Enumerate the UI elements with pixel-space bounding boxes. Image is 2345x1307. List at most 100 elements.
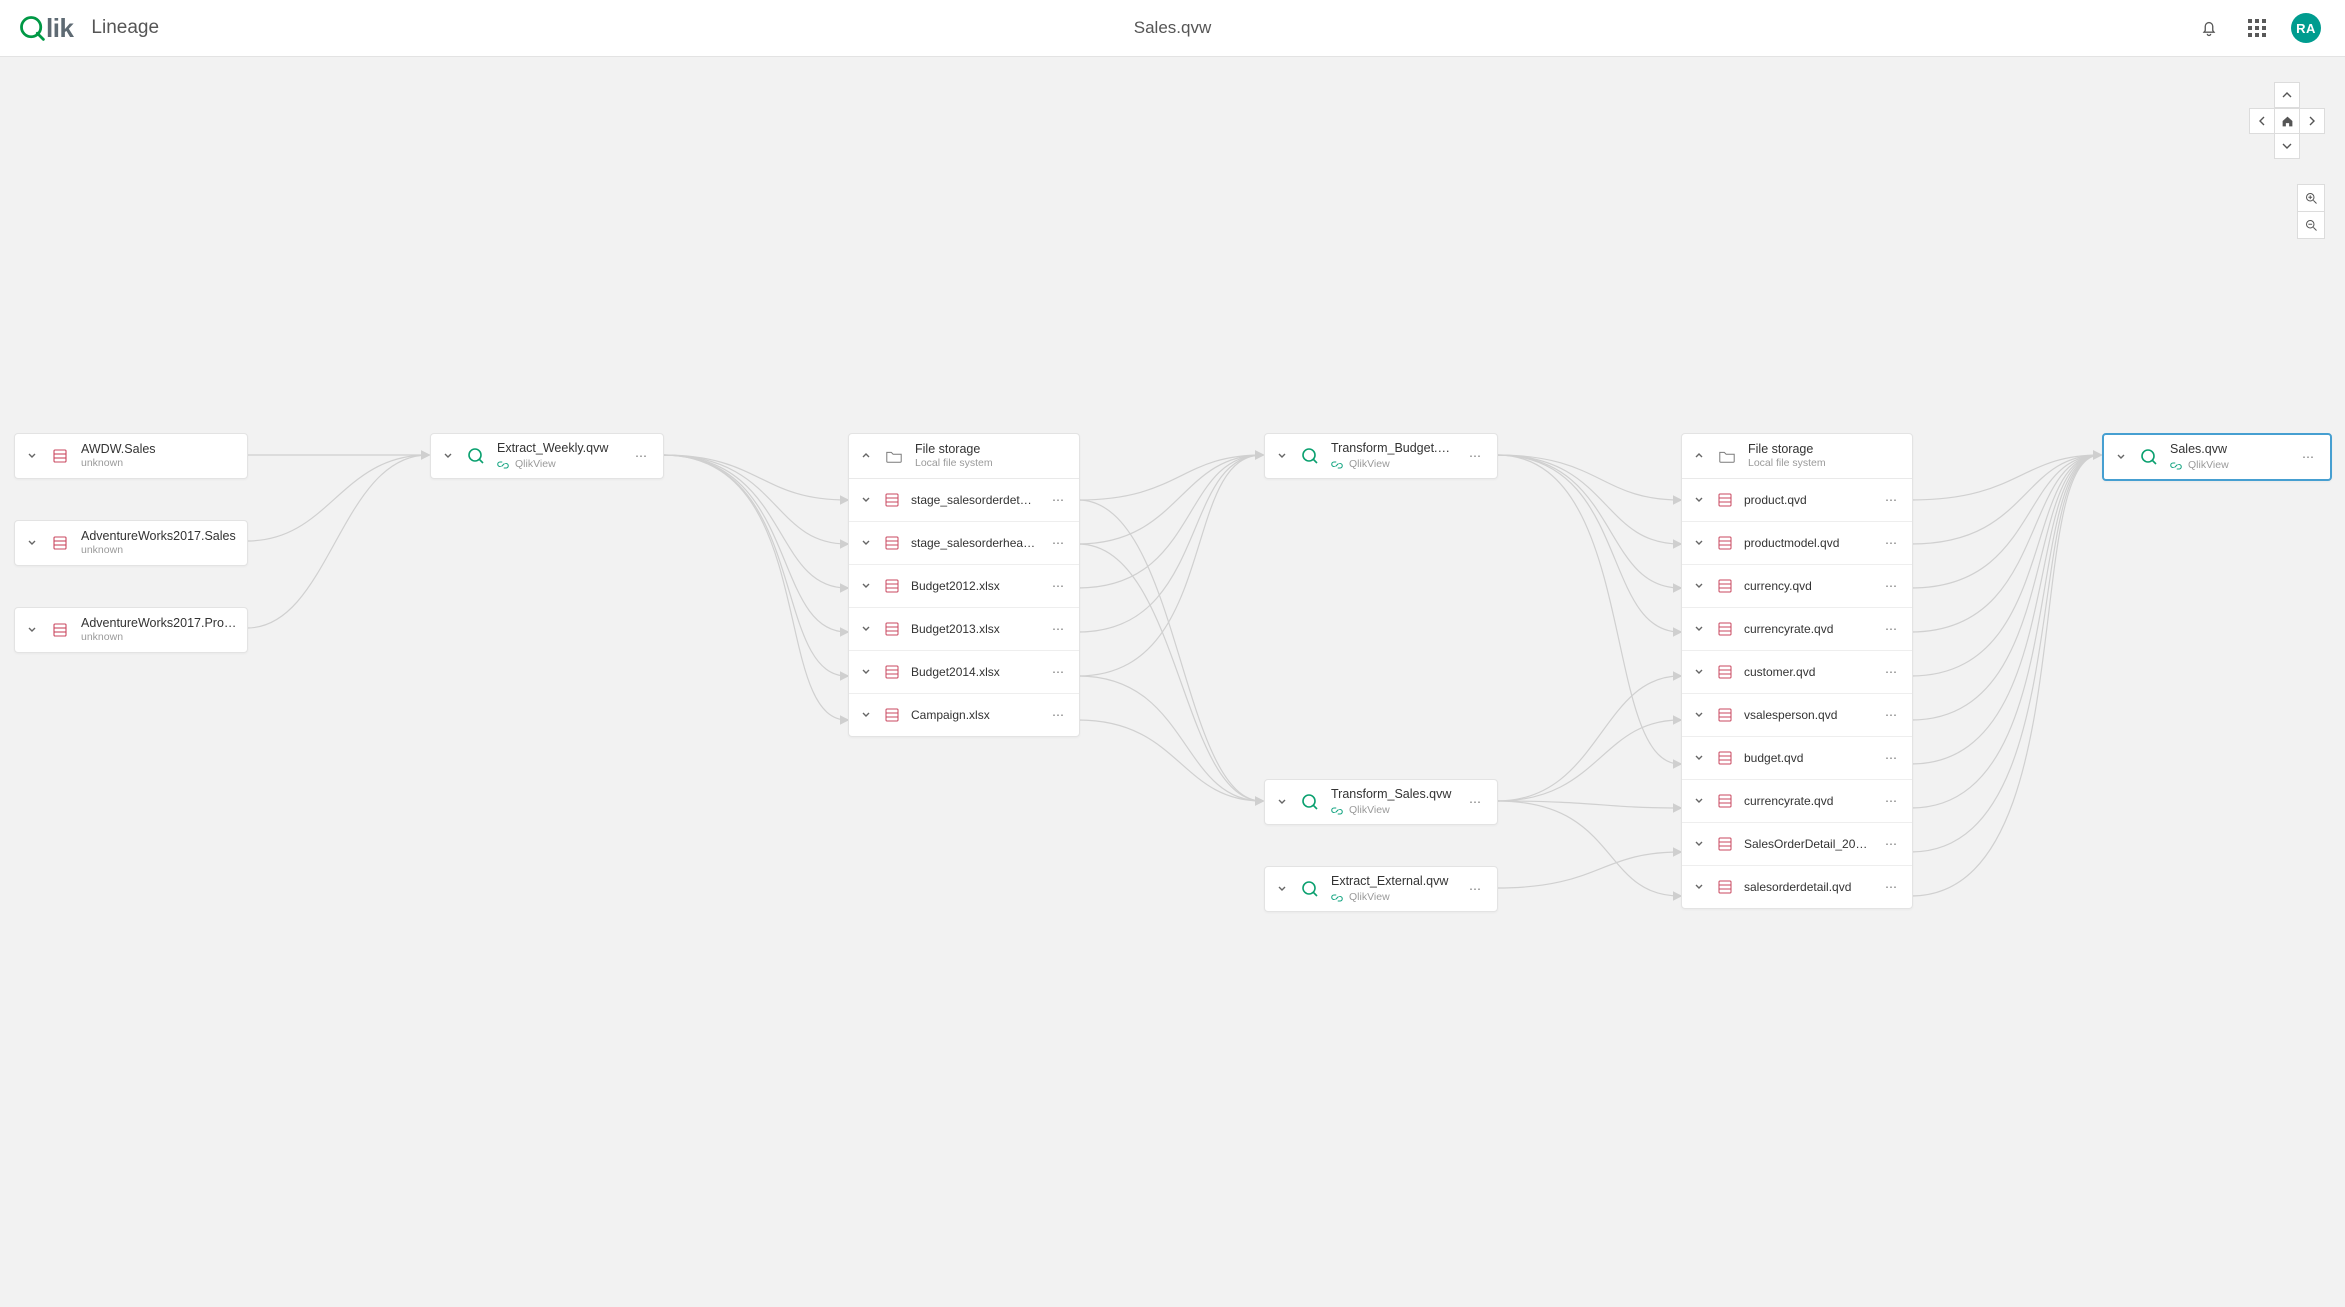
datafile-icon — [883, 577, 901, 595]
expand-icon[interactable] — [1275, 795, 1289, 809]
node-subtitle: Local file system — [1748, 457, 1902, 470]
nav-up-button[interactable] — [2274, 82, 2300, 108]
collapse-icon[interactable] — [859, 449, 873, 463]
more-icon[interactable]: ⋯ — [1880, 489, 1902, 511]
expand-icon[interactable] — [1692, 880, 1706, 894]
transform-budget-node[interactable]: Transform_Budget.qvw QlikView ⋯ — [1264, 433, 1498, 479]
file-row[interactable]: productmodel.qvd ⋯ — [1682, 522, 1912, 565]
file-label: stage_salesorderhead... — [911, 536, 1037, 550]
file-label: currencyrate.qvd — [1744, 622, 1870, 636]
zoom-in-button[interactable] — [2297, 184, 2325, 212]
more-icon[interactable]: ⋯ — [1463, 877, 1487, 901]
expand-icon[interactable] — [25, 449, 39, 463]
more-icon[interactable]: ⋯ — [1880, 618, 1902, 640]
more-icon[interactable]: ⋯ — [1047, 575, 1069, 597]
expand-icon[interactable] — [441, 449, 455, 463]
expand-icon[interactable] — [1692, 837, 1706, 851]
more-icon[interactable]: ⋯ — [1880, 575, 1902, 597]
file-label: customer.qvd — [1744, 665, 1870, 679]
folder-icon — [883, 445, 905, 467]
file-row[interactable]: Budget2014.xlsx ⋯ — [849, 651, 1079, 694]
expand-icon[interactable] — [859, 579, 873, 593]
node-title: Transform_Budget.qvw — [1331, 441, 1453, 456]
file-row[interactable]: salesorderdetail.qvd ⋯ — [1682, 866, 1912, 908]
more-icon[interactable]: ⋯ — [1880, 876, 1902, 898]
file-row[interactable]: customer.qvd ⋯ — [1682, 651, 1912, 694]
expand-icon[interactable] — [859, 622, 873, 636]
expand-icon[interactable] — [1692, 536, 1706, 550]
file-row[interactable]: stage_salesorderhead... ⋯ — [849, 522, 1079, 565]
source-node-1[interactable]: AdventureWorks2017.Sales unknown — [14, 520, 248, 566]
file-row[interactable]: currency.qvd⋯ — [1682, 565, 1912, 608]
target-sales-node[interactable]: Sales.qvw QlikView ⋯ — [2102, 433, 2332, 481]
more-icon[interactable]: ⋯ — [1047, 661, 1069, 683]
more-icon[interactable]: ⋯ — [1047, 704, 1069, 726]
user-avatar[interactable]: RA — [2291, 13, 2321, 43]
file-row[interactable]: vsalesperson.qvd⋯ — [1682, 694, 1912, 737]
expand-icon[interactable] — [1692, 665, 1706, 679]
source-node-0[interactable]: AWDW.Sales unknown — [14, 433, 248, 479]
lineage-canvas[interactable]: AWDW.Sales unknown AdventureWorks2017.Sa… — [0, 56, 2345, 1307]
expand-icon[interactable] — [1692, 622, 1706, 636]
file-row[interactable]: product.qvd⋯ — [1682, 479, 1912, 522]
extract-weekly-node[interactable]: Extract_Weekly.qvw QlikView ⋯ — [430, 433, 664, 479]
datafile-icon — [1716, 534, 1734, 552]
file-label: salesorderdetail.qvd — [1744, 880, 1870, 894]
expand-icon[interactable] — [25, 536, 39, 550]
file-row[interactable]: currencyrate.qvd⋯ — [1682, 780, 1912, 823]
expand-icon[interactable] — [859, 493, 873, 507]
file-label: productmodel.qvd — [1744, 536, 1870, 550]
node-title: File storage — [1748, 442, 1902, 457]
file-row[interactable]: currencyrate.qvd ⋯ — [1682, 608, 1912, 651]
file-row[interactable]: Campaign.xlsx⋯ — [849, 694, 1079, 736]
nav-down-button[interactable] — [2274, 133, 2300, 159]
expand-icon[interactable] — [1275, 449, 1289, 463]
app-launcher-icon[interactable] — [2243, 14, 2271, 42]
file-storage-1[interactable]: File storage Local file system stage_sal… — [848, 433, 1080, 737]
file-row[interactable]: Budget2012.xlsx⋯ — [849, 565, 1079, 608]
more-icon[interactable]: ⋯ — [2296, 445, 2320, 469]
more-icon[interactable]: ⋯ — [1880, 747, 1902, 769]
more-icon[interactable]: ⋯ — [1047, 532, 1069, 554]
more-icon[interactable]: ⋯ — [1463, 444, 1487, 468]
file-row[interactable]: Budget2013.xlsx⋯ — [849, 608, 1079, 651]
expand-icon[interactable] — [2114, 450, 2128, 464]
extract-external-node[interactable]: Extract_External.qvw QlikView ⋯ — [1264, 866, 1498, 912]
link-icon — [1331, 892, 1343, 904]
source-node-2[interactable]: AdventureWorks2017.Produ... unknown — [14, 607, 248, 653]
expand-icon[interactable] — [1692, 794, 1706, 808]
notifications-icon[interactable] — [2195, 14, 2223, 42]
nav-left-button[interactable] — [2249, 108, 2275, 134]
expand-icon[interactable] — [859, 665, 873, 679]
expand-icon[interactable] — [859, 708, 873, 722]
more-icon[interactable]: ⋯ — [629, 444, 653, 468]
collapse-icon[interactable] — [1692, 449, 1706, 463]
more-icon[interactable]: ⋯ — [1047, 489, 1069, 511]
expand-icon[interactable] — [1692, 751, 1706, 765]
file-row[interactable]: SalesOrderDetail_202...⋯ — [1682, 823, 1912, 866]
more-icon[interactable]: ⋯ — [1880, 532, 1902, 554]
transform-sales-node[interactable]: Transform_Sales.qvw QlikView ⋯ — [1264, 779, 1498, 825]
expand-icon[interactable] — [25, 623, 39, 637]
expand-icon[interactable] — [1275, 882, 1289, 896]
more-icon[interactable]: ⋯ — [1047, 618, 1069, 640]
file-label: Budget2014.xlsx — [911, 665, 1037, 679]
nav-home-button[interactable] — [2274, 108, 2300, 134]
more-icon[interactable]: ⋯ — [1880, 661, 1902, 683]
more-icon[interactable]: ⋯ — [1880, 790, 1902, 812]
qlikview-icon — [1299, 791, 1321, 813]
file-storage-2[interactable]: File storage Local file system product.q… — [1681, 433, 1913, 909]
more-icon[interactable]: ⋯ — [1880, 704, 1902, 726]
expand-icon[interactable] — [1692, 493, 1706, 507]
zoom-out-button[interactable] — [2297, 211, 2325, 239]
brand-logo[interactable]: lik — [18, 13, 73, 44]
file-row[interactable]: stage_salesorderdetail...⋯ — [849, 479, 1079, 522]
more-icon[interactable]: ⋯ — [1880, 833, 1902, 855]
expand-icon[interactable] — [1692, 708, 1706, 722]
expand-icon[interactable] — [1692, 579, 1706, 593]
datafile-icon — [883, 491, 901, 509]
expand-icon[interactable] — [859, 536, 873, 550]
more-icon[interactable]: ⋯ — [1463, 790, 1487, 814]
file-row[interactable]: budget.qvd⋯ — [1682, 737, 1912, 780]
nav-right-button[interactable] — [2299, 108, 2325, 134]
